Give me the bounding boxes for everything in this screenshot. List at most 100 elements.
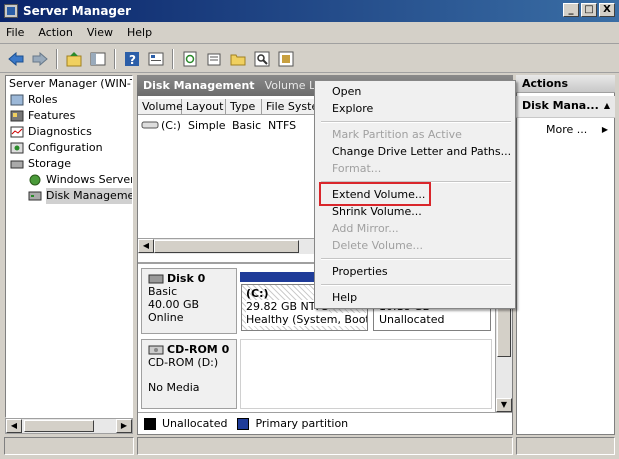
toolbar-separator [172, 48, 174, 69]
open-folder-icon[interactable] [228, 49, 248, 69]
menu-view[interactable]: View [87, 26, 113, 39]
tree-item-windows-server-backup[interactable]: Windows Server B [6, 172, 132, 188]
features-icon [10, 110, 24, 122]
column-file-system[interactable]: File Syste [262, 99, 322, 115]
scroll-left-icon[interactable]: ◀ [6, 419, 22, 433]
navigation-tree: Server Manager (WIN-TV Roles Features Di… [5, 75, 133, 418]
status-cell [4, 437, 134, 455]
menu-item-shrink-volume[interactable]: Shrink Volume... [332, 203, 422, 220]
tree-item-label: Features [28, 109, 76, 122]
svg-text:?: ? [129, 53, 136, 67]
disk-state: No Media [148, 381, 200, 394]
actions-section-disk-management[interactable]: Disk Mana... ▲ [516, 96, 615, 118]
back-icon[interactable] [6, 49, 26, 69]
tree-item-label: Roles [28, 93, 58, 106]
configuration-icon [10, 142, 24, 154]
scroll-thumb[interactable] [497, 302, 511, 357]
menu-item-mark-active: Mark Partition as Active [332, 128, 462, 141]
column-type[interactable]: Type [226, 99, 262, 115]
tree-item-diagnostics[interactable]: Diagnostics [6, 124, 132, 140]
scroll-down-icon[interactable]: ▼ [496, 398, 512, 412]
menu-item-help[interactable]: Help [332, 289, 357, 306]
column-layout[interactable]: Layout [182, 99, 226, 115]
status-bar [4, 437, 615, 455]
forward-icon[interactable] [30, 49, 50, 69]
tree-item-storage[interactable]: Storage [6, 156, 132, 172]
scroll-right-icon[interactable]: ▶ [116, 419, 132, 433]
disk-size: 40.00 GB [148, 298, 200, 311]
disk-name: Disk 0 [167, 272, 206, 285]
tree-item-label: Configuration [28, 141, 103, 154]
cdrom-empty-area [240, 339, 492, 409]
disk-name: CD-ROM 0 [167, 343, 230, 356]
refresh-icon[interactable] [180, 49, 200, 69]
tree-item-roles[interactable]: Roles [6, 92, 132, 108]
disk-management-icon [28, 191, 42, 201]
search-icon[interactable] [252, 49, 272, 69]
title-bar: Server Manager _ □ X [0, 0, 619, 22]
maximize-button[interactable]: □ [581, 3, 597, 17]
cdrom-0-info[interactable]: CD-ROM 0 CD-ROM (D:) No Media [141, 339, 237, 409]
tree-horizontal-scrollbar[interactable]: ◀ ▶ [5, 418, 133, 434]
legend-primary-label: Primary partition [255, 417, 349, 430]
disk-type: CD-ROM (D:) [148, 356, 219, 369]
menu-item-explore[interactable]: Explore [332, 100, 373, 117]
chevron-right-icon: ▶ [601, 125, 608, 134]
menu-item-add-mirror: Add Mirror... [332, 222, 399, 235]
toolbar: ? [0, 45, 619, 73]
menu-separator [321, 121, 511, 123]
unallocated-label: Unallocated [379, 313, 445, 326]
disk-0-info[interactable]: Disk 0 Basic 40.00 GB Online [141, 268, 237, 334]
cell-volume: (C:) [161, 118, 181, 132]
tree-item-features[interactable]: Features [6, 108, 132, 124]
close-button[interactable]: X [599, 3, 615, 17]
scroll-left-icon[interactable]: ◀ [138, 239, 154, 253]
tree-item-server-manager[interactable]: Server Manager (WIN-TV [6, 76, 132, 92]
more-actions-link[interactable]: More ... ▶ [516, 121, 615, 139]
partition-c-status: Healthy (System, Boot, P [246, 313, 367, 326]
legend-unallocated-swatch [144, 417, 156, 430]
tree-item-label: Storage [28, 157, 72, 170]
properties-icon[interactable] [146, 49, 166, 69]
menu-item-change-drive-letter[interactable]: Change Drive Letter and Paths... [332, 143, 511, 160]
show-hide-tree-icon[interactable] [88, 49, 108, 69]
menu-action[interactable]: Action [38, 26, 72, 39]
window-title: Server Manager [23, 4, 132, 18]
more-actions-label: More ... [546, 123, 588, 136]
menu-item-delete-volume: Delete Volume... [332, 239, 424, 252]
table-row[interactable]: (C:) Simple Basic NTFS [138, 117, 324, 133]
scroll-thumb[interactable] [24, 420, 94, 432]
toolbar-separator [114, 48, 116, 69]
menu-help[interactable]: Help [127, 26, 152, 39]
cdrom-icon [148, 345, 164, 354]
tree-item-label: Server Manager (WIN-TV [9, 77, 133, 90]
column-volume[interactable]: Volume [138, 99, 183, 115]
diagnostics-icon [10, 126, 24, 138]
minimize-button[interactable]: _ [563, 3, 579, 17]
tree-item-label: Diagnostics [28, 125, 92, 138]
help-icon[interactable]: ? [122, 49, 142, 69]
menu-item-properties[interactable]: Properties [332, 263, 388, 280]
settings-icon[interactable] [204, 49, 224, 69]
cell-layout: Simple [188, 118, 226, 132]
legend-primary-swatch [237, 417, 250, 430]
status-cell [516, 437, 615, 455]
toolbar-separator [56, 48, 58, 69]
tree-item-label: Windows Server B [46, 173, 133, 186]
collapse-icon[interactable]: ▲ [604, 96, 610, 116]
menu-separator [321, 284, 511, 286]
scroll-thumb[interactable] [154, 240, 299, 253]
tree-item-configuration[interactable]: Configuration [6, 140, 132, 156]
volume-list-header: Volume Layout Type File Syste [138, 99, 322, 115]
backup-icon [29, 174, 41, 186]
menu-file[interactable]: File [6, 26, 24, 39]
export-icon[interactable] [276, 49, 296, 69]
tree-item-disk-management[interactable]: Disk Management [6, 188, 132, 204]
menu-separator [321, 258, 511, 260]
legend-unallocated-label: Unallocated [162, 417, 228, 430]
actions-title: Actions [516, 75, 615, 93]
menu-bar: File Action View Help [0, 22, 619, 44]
up-folder-icon[interactable] [64, 49, 84, 69]
menu-item-open[interactable]: Open [332, 83, 361, 100]
menu-item-format: Format... [332, 162, 382, 175]
